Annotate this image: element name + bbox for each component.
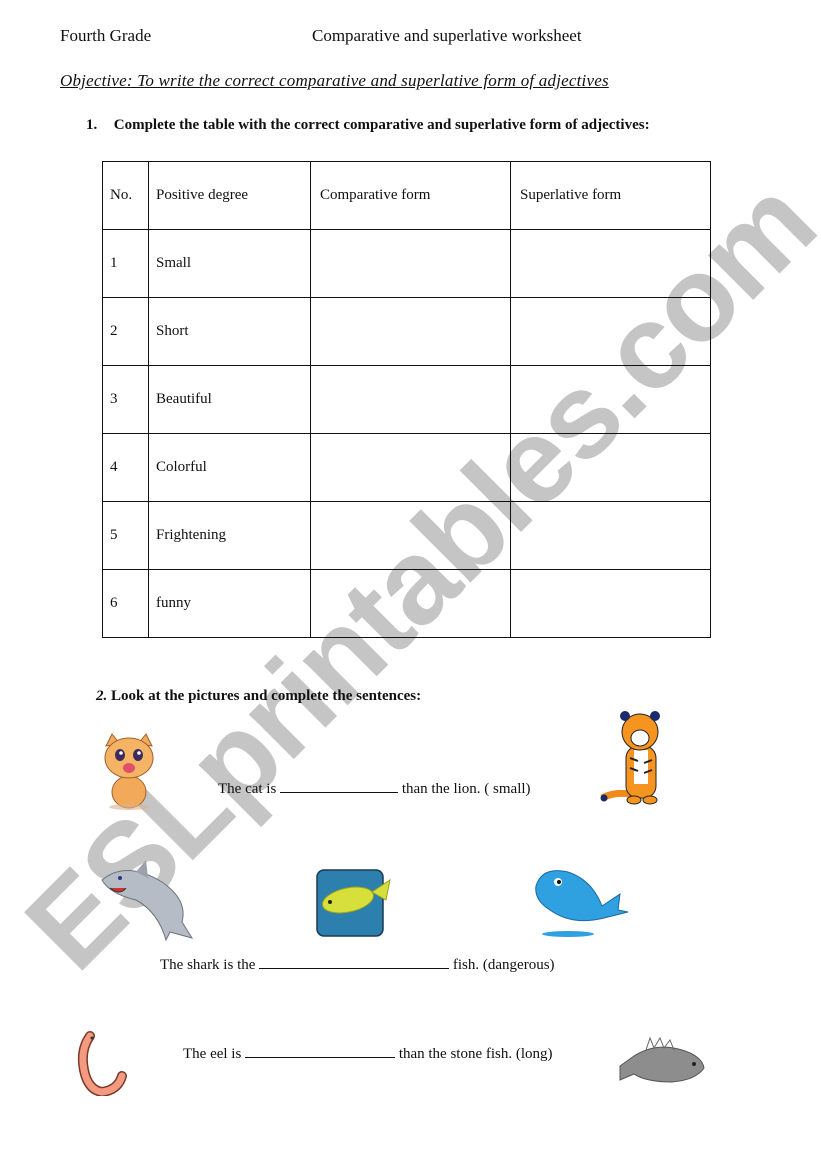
exercise-1-text: Complete the table with the correct comp… <box>113 117 650 133</box>
row-number: 3 <box>102 365 149 434</box>
header-comparative: Comparative form <box>310 161 511 230</box>
header-no: No. <box>102 161 149 230</box>
positive-cell: Colorful <box>148 433 311 502</box>
superlative-answer-cell[interactable] <box>510 229 711 298</box>
sentence-1-answer-blank[interactable] <box>280 778 399 793</box>
exercise-2-number: 2. <box>96 688 108 704</box>
sentence-3-answer-blank[interactable] <box>245 1043 396 1058</box>
sentence-3: The eel is than the stone fish. (long) <box>183 1043 553 1063</box>
superlative-answer-cell[interactable] <box>510 569 711 638</box>
tiger-picture-icon <box>600 711 660 805</box>
table-row: 3 Beautiful <box>102 365 711 434</box>
objective: Objective: To write the correct comparat… <box>60 71 609 90</box>
row-number: 6 <box>102 569 149 638</box>
table-row: 6 funny <box>102 569 711 638</box>
table-row: 1 Small <box>102 229 711 298</box>
table-row: 4 Colorful <box>102 433 711 502</box>
table-header-row: No. Positive degree Comparative form Sup… <box>102 161 711 230</box>
stone-fish-picture-icon <box>619 1036 705 1083</box>
sentence-2-start: The shark is the <box>160 957 256 973</box>
grade-label: Fourth Grade <box>60 26 152 45</box>
sentence-1-start: The cat is <box>218 781 277 797</box>
cat-picture-icon <box>104 733 154 810</box>
table-row: 2 Short <box>102 297 711 366</box>
sentence-3-start: The eel is <box>183 1046 242 1062</box>
row-number: 4 <box>102 433 149 502</box>
yellow-fish-picture-icon <box>316 869 391 937</box>
header-superlative: Superlative form <box>510 161 711 230</box>
sentence-2: The shark is the fish. (dangerous) <box>160 954 555 974</box>
row-number: 1 <box>102 229 149 298</box>
exercise-1-instruction: 1. Complete the table with the correct c… <box>86 117 650 134</box>
comparative-answer-cell[interactable] <box>310 229 511 298</box>
superlative-answer-cell[interactable] <box>510 433 711 502</box>
positive-cell: funny <box>148 569 311 638</box>
row-number: 5 <box>102 501 149 570</box>
superlative-answer-cell[interactable] <box>510 365 711 434</box>
eel-picture-icon <box>77 1031 127 1096</box>
comparative-answer-cell[interactable] <box>310 297 511 366</box>
comparative-answer-cell[interactable] <box>310 569 511 638</box>
adjective-table: No. Positive degree Comparative form Sup… <box>102 161 711 638</box>
comparative-answer-cell[interactable] <box>310 365 511 434</box>
row-number: 2 <box>102 297 149 366</box>
superlative-answer-cell[interactable] <box>510 501 711 570</box>
sentence-3-end: than the stone fish. (long) <box>398 1046 553 1062</box>
positive-cell: Short <box>148 297 311 366</box>
exercise-1-number: 1. <box>86 117 98 133</box>
sentence-1-end: than the lion. ( small) <box>401 781 531 797</box>
comparative-answer-cell[interactable] <box>310 501 511 570</box>
positive-cell: Small <box>148 229 311 298</box>
shark-picture-icon <box>101 860 194 942</box>
whale-picture-icon <box>535 870 629 937</box>
superlative-answer-cell[interactable] <box>510 297 711 366</box>
exercise-2-text: Look at the pictures and complete the se… <box>111 688 422 704</box>
sentence-2-end: fish. (dangerous) <box>452 957 555 973</box>
worksheet-title: Comparative and superlative worksheet <box>312 26 582 45</box>
positive-cell: Beautiful <box>148 365 311 434</box>
table-row: 5 Frightening <box>102 501 711 570</box>
sentence-1: The cat is than the lion. ( small) <box>218 778 531 798</box>
positive-cell: Frightening <box>148 501 311 570</box>
exercise-2-instruction: 2. Look at the pictures and complete the… <box>96 688 421 705</box>
comparative-answer-cell[interactable] <box>310 433 511 502</box>
header-positive: Positive degree <box>148 161 311 230</box>
sentence-2-answer-blank[interactable] <box>259 954 450 969</box>
